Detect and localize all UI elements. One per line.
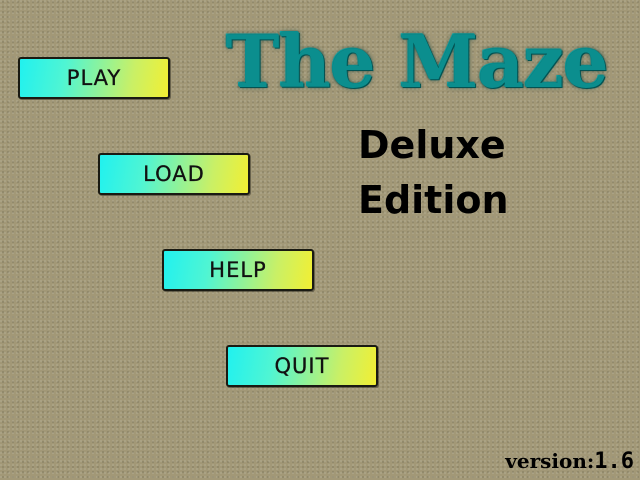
game-title: The Maze xyxy=(226,19,609,104)
quit-button-label: QUIT xyxy=(274,354,330,378)
help-button[interactable]: HELP xyxy=(162,249,314,291)
quit-button[interactable]: QUIT xyxy=(226,345,378,387)
version-label: version:1.6 xyxy=(505,449,634,474)
subtitle-line-edition: Edition xyxy=(358,178,509,223)
version-prefix: version: xyxy=(505,449,595,473)
load-button[interactable]: LOAD xyxy=(98,153,250,195)
version-number: 1.6 xyxy=(594,449,634,474)
play-button-label: PLAY xyxy=(66,66,122,90)
subtitle-line-deluxe: Deluxe xyxy=(358,123,506,167)
help-button-label: HELP xyxy=(209,258,267,282)
play-button[interactable]: PLAY xyxy=(18,57,170,99)
load-button-label: LOAD xyxy=(143,162,205,186)
edition-subtitle: Deluxe Edition xyxy=(358,118,509,228)
